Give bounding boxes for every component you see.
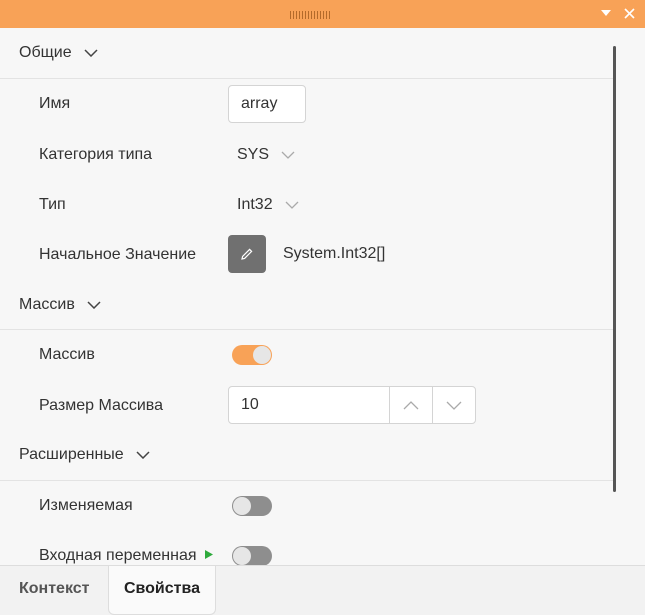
is-array-toggle[interactable] (232, 345, 272, 365)
type-dropdown[interactable]: Int32 (237, 193, 299, 217)
section-title: Общие (19, 44, 72, 61)
array-size-label: Размер Массива (39, 397, 163, 414)
type-category-label: Категория типа (39, 146, 153, 163)
vertical-scrollbar[interactable] (613, 46, 616, 492)
is-array-label: Массив (39, 346, 95, 363)
chevron-up-icon (403, 400, 419, 409)
close-icon[interactable] (620, 4, 638, 22)
name-input[interactable] (228, 85, 306, 123)
name-label: Имя (39, 95, 71, 112)
tab-properties[interactable]: Свойства (108, 566, 216, 615)
chevron-down-icon (285, 201, 299, 209)
panel-titlebar[interactable] (0, 0, 645, 28)
properties-content: Общие Имя Категория типа SYS Тип Int32 Н… (0, 28, 645, 565)
type-value: Int32 (237, 196, 273, 213)
section-header-advanced[interactable]: Расширенные (19, 440, 150, 470)
decrement-button[interactable] (432, 387, 475, 423)
array-size-value[interactable]: 10 (229, 387, 389, 423)
initial-value-text: System.Int32[] (283, 245, 386, 262)
mutable-label: Изменяемая (39, 497, 133, 514)
section-header-array[interactable]: Массив (19, 290, 101, 320)
edit-initial-value-button[interactable] (228, 235, 266, 273)
type-category-value: SYS (237, 146, 270, 163)
section-header-general[interactable]: Общие (19, 38, 98, 68)
drag-handle-icon[interactable] (290, 11, 332, 19)
divider (0, 78, 615, 79)
section-title: Массив (19, 296, 75, 313)
pencil-icon (241, 248, 253, 260)
divider (0, 480, 615, 481)
mutable-toggle[interactable] (232, 496, 272, 516)
input-variable-label-text: Входная переменная (39, 547, 197, 564)
divider (0, 329, 615, 330)
type-category-dropdown[interactable]: SYS (237, 143, 295, 167)
tab-context[interactable]: Контекст (19, 566, 89, 615)
chevron-down-icon (87, 301, 101, 309)
chevron-down-icon (281, 151, 295, 159)
type-label: Тип (39, 196, 66, 213)
play-triangle-icon (204, 550, 213, 559)
chevron-down-icon (136, 451, 150, 459)
increment-button[interactable] (389, 387, 432, 423)
section-title: Расширенные (19, 446, 124, 463)
input-variable-toggle[interactable] (232, 546, 272, 565)
bottom-tab-bar: Контекст Свойства (0, 565, 645, 615)
initial-value-label: Начальное Значение (39, 246, 197, 263)
triangle-down-icon[interactable] (597, 4, 615, 22)
array-size-stepper[interactable]: 10 (228, 386, 476, 424)
chevron-down-icon (84, 49, 98, 57)
input-variable-label: Входная переменная (39, 544, 213, 565)
chevron-down-icon (446, 401, 462, 410)
